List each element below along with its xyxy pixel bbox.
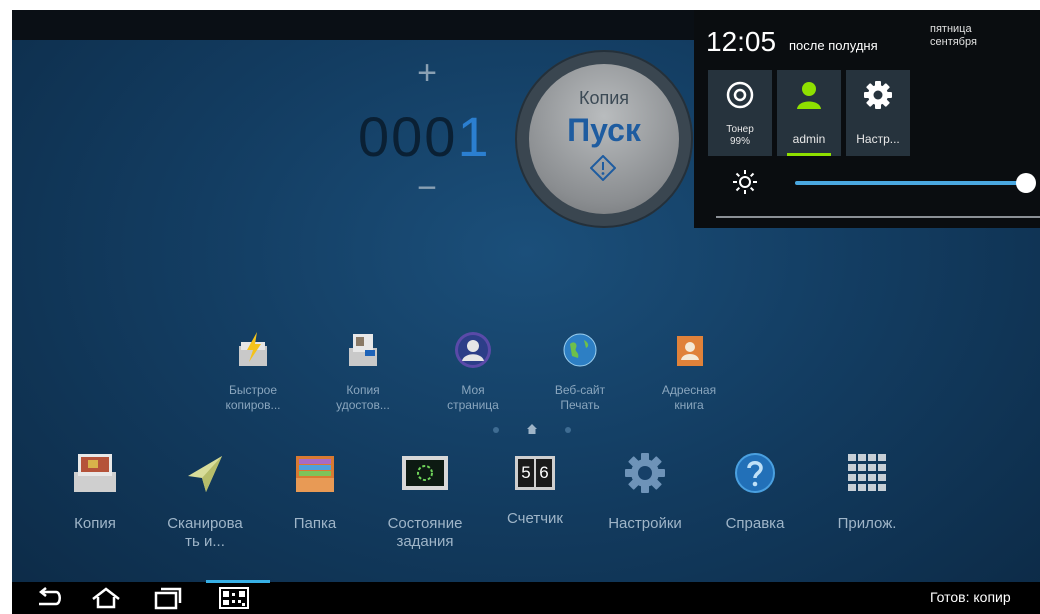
apps-grid-icon (848, 454, 886, 491)
clock-month: сентября (930, 36, 977, 48)
user-tile[interactable]: admin (777, 70, 841, 156)
toner-tile[interactable]: Тонер 99% (708, 70, 772, 156)
gear-icon (864, 81, 892, 109)
app-label: Состояние задания (387, 515, 463, 550)
user-label: admin (792, 132, 826, 146)
app-label: Настройки (608, 515, 682, 532)
settings-icon (625, 453, 665, 493)
app-label: Справка (725, 515, 785, 532)
app-scan[interactable]: Сканирова ть и... (150, 450, 260, 551)
copies-count-cursor-digit: 1 (457, 105, 491, 168)
home-page-icon[interactable] (526, 423, 538, 435)
recent-apps-icon[interactable] (152, 586, 184, 610)
brightness-slider-handle[interactable] (1016, 173, 1036, 193)
page-dot[interactable] (493, 427, 499, 433)
app-help[interactable]: Справка (700, 450, 810, 533)
quick-copy-icon (239, 332, 267, 366)
active-indicator (206, 580, 270, 583)
clock-time: 12:05 (706, 26, 777, 57)
brightness-slider[interactable] (795, 181, 1020, 185)
counter-digit: 6 (536, 459, 552, 487)
back-icon[interactable] (32, 586, 64, 610)
start-button-label: Пуск (567, 112, 641, 148)
page-dot[interactable] (565, 427, 571, 433)
app-settings[interactable]: Настройки (590, 450, 700, 533)
favorite-id-copy[interactable]: Копия удостов... (318, 330, 408, 413)
clock-ampm: после полудня (789, 38, 878, 53)
folder-icon (296, 456, 334, 492)
scan-icon (188, 456, 222, 492)
settings-tile-label: Настр... (856, 132, 900, 146)
favorite-label: Быстрое копиров... (225, 383, 281, 412)
favorite-label: Копия удостов... (336, 383, 390, 412)
web-print-icon (563, 333, 597, 367)
app-label: Счетчик (507, 510, 563, 527)
home-icon[interactable] (90, 586, 122, 610)
qr-code-icon[interactable] (218, 586, 250, 610)
copies-count[interactable]: 0001 (358, 104, 498, 170)
brightness-icon (733, 170, 757, 194)
app-counter[interactable]: 5 6 Счетчик (480, 450, 590, 528)
id-copy-icon (349, 334, 377, 366)
app-label: Сканирова ть и... (167, 515, 243, 550)
my-page-icon (455, 332, 491, 368)
app-label: Папка (293, 515, 337, 532)
counter-digit: 5 (518, 459, 534, 487)
start-diamond-icon (590, 155, 616, 181)
app-job-status[interactable]: Состояние задания (370, 450, 480, 551)
favorite-web-print[interactable]: Веб-сайт Печать (535, 330, 625, 413)
favorite-label: Моя страница (447, 383, 499, 412)
counter-icon: 5 6 (510, 450, 560, 496)
app-label: Прилож. (837, 515, 897, 532)
job-status-icon (402, 456, 448, 490)
toner-icon (726, 81, 754, 109)
increase-copies-button[interactable]: + (412, 56, 442, 90)
favorite-label: Веб-сайт Печать (554, 383, 606, 412)
user-active-underline (787, 153, 831, 156)
status-text: Готов: копир (930, 589, 1011, 605)
app-folder[interactable]: Папка (260, 450, 370, 533)
toner-label: Тонер 99% (726, 124, 754, 147)
favorite-my-page[interactable]: Моя страница (428, 330, 518, 413)
app-label: Копия (74, 515, 116, 532)
favorite-quick-copy[interactable]: Быстрое копиров... (208, 330, 298, 413)
app-apps[interactable]: Прилож. (812, 450, 922, 533)
clock-date: пятница сентября (930, 23, 977, 49)
address-book-icon (677, 336, 703, 366)
app-copy[interactable]: Копия (40, 450, 150, 533)
settings-tile[interactable]: Настр... (846, 70, 910, 156)
favorite-address-book[interactable]: Адресная книга (644, 330, 734, 413)
copy-icon (74, 454, 116, 492)
favorite-label: Адресная книга (661, 383, 717, 412)
start-button-caption: Копия (578, 88, 630, 108)
help-icon (735, 453, 775, 493)
clock-day: пятница (930, 23, 972, 35)
decrease-copies-button[interactable]: − (412, 171, 442, 205)
user-icon (797, 82, 821, 109)
copies-count-digits: 000 (358, 105, 458, 168)
panel-divider (716, 216, 1040, 218)
